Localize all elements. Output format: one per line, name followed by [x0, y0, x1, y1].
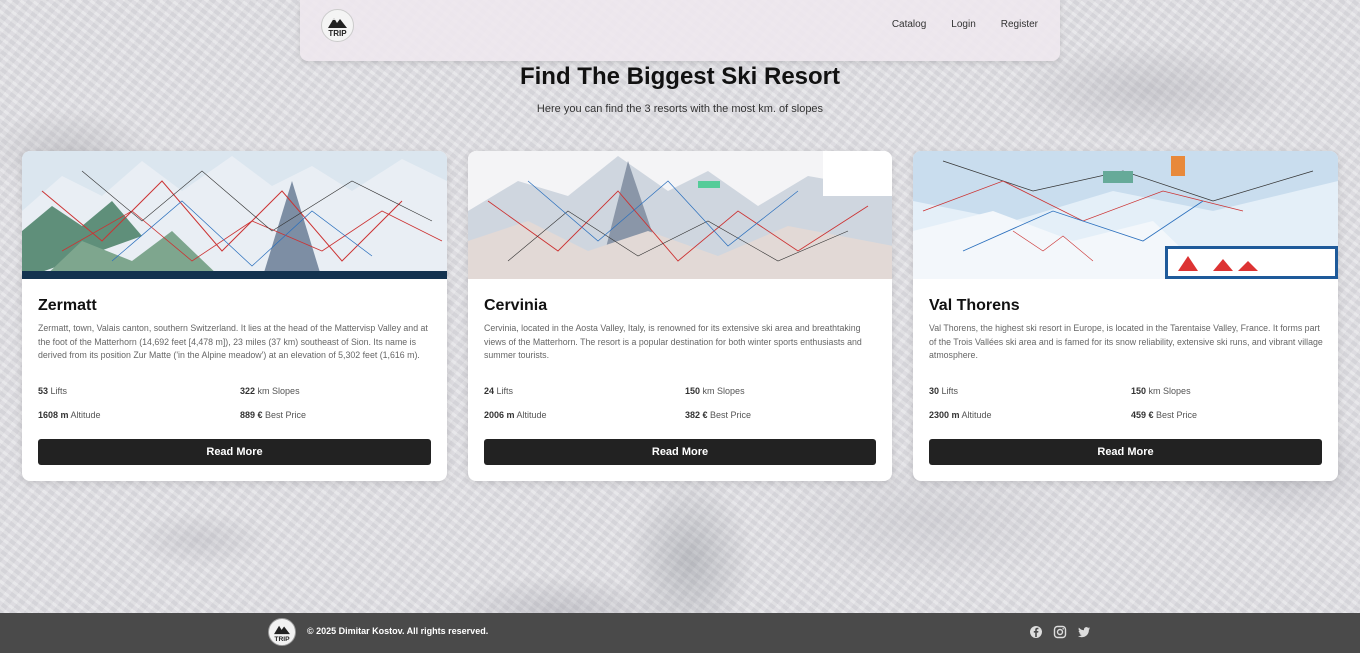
resort-card-zermatt: Zermatt Zermatt, town, Valais canton, so… — [22, 151, 447, 481]
resort-card-val-thorens: Val Thorens Val Thorens, the highest ski… — [913, 151, 1338, 481]
slopes-stat: 150 km Slopes — [1131, 386, 1191, 396]
altitude-stat: 2006 m Altitude — [484, 410, 547, 420]
ski-map-image — [913, 151, 1338, 279]
logo[interactable]: TRIP — [321, 9, 354, 42]
nav-links: Catalog Login Register — [867, 19, 1038, 30]
resort-name: Val Thorens — [929, 297, 1020, 314]
slopes-stat: 150 km Slopes — [685, 386, 745, 396]
resort-name: Cervinia — [484, 297, 548, 314]
resort-description: Val Thorens, the highest ski resort in E… — [929, 323, 1323, 360]
lifts-stat: 53 Lifts — [38, 386, 68, 396]
price-stat: 459 € Best Price — [1131, 410, 1198, 420]
resort-name: Zermatt — [38, 297, 97, 314]
ski-map-image — [468, 151, 892, 279]
facebook-icon[interactable] — [1029, 625, 1043, 639]
ski-map-image — [22, 151, 447, 279]
logo-text: TRIP — [328, 29, 347, 38]
twitter-icon[interactable] — [1077, 625, 1091, 639]
read-more-button[interactable]: Read More — [484, 439, 876, 465]
lifts-stat: 30 Lifts — [929, 386, 959, 396]
nav-login-link[interactable]: Login — [951, 19, 975, 30]
footer-logo[interactable]: TRIP — [268, 618, 296, 646]
read-more-button[interactable]: Read More — [929, 439, 1322, 465]
copyright-text: © 2025 Dimitar Kostov. All rights reserv… — [307, 626, 489, 636]
read-more-button[interactable]: Read More — [38, 439, 431, 465]
slopes-stat: 322 km Slopes — [240, 386, 300, 396]
footer: TRIP © 2025 Dimitar Kostov. All rights r… — [0, 613, 1360, 653]
resort-description: Zermatt, town, Valais canton, southern S… — [38, 323, 428, 360]
page-subtitle: Here you can find the 3 resorts with the… — [536, 103, 824, 115]
page-title: Find The Biggest Ski Resort — [519, 63, 841, 90]
altitude-stat: 1608 m Altitude — [38, 410, 101, 420]
altitude-stat: 2300 m Altitude — [929, 410, 992, 420]
resort-card-cervinia: Cervinia Cervinia, located in the Aosta … — [468, 151, 892, 481]
resort-description: Cervinia, located in the Aosta Valley, I… — [484, 323, 862, 360]
mountain-logo-icon: TRIP — [269, 619, 295, 645]
mountain-logo-icon: TRIP — [322, 10, 353, 41]
nav-register-link[interactable]: Register — [1001, 19, 1038, 30]
nav-catalog-link[interactable]: Catalog — [892, 19, 926, 30]
price-stat: 889 € Best Price — [240, 410, 307, 420]
lifts-stat: 24 Lifts — [484, 386, 514, 396]
footer-logo-text: TRIP — [274, 636, 290, 643]
instagram-icon[interactable] — [1053, 625, 1067, 639]
price-stat: 382 € Best Price — [685, 410, 752, 420]
navbar: TRIP Catalog Login Register — [300, 0, 1060, 61]
